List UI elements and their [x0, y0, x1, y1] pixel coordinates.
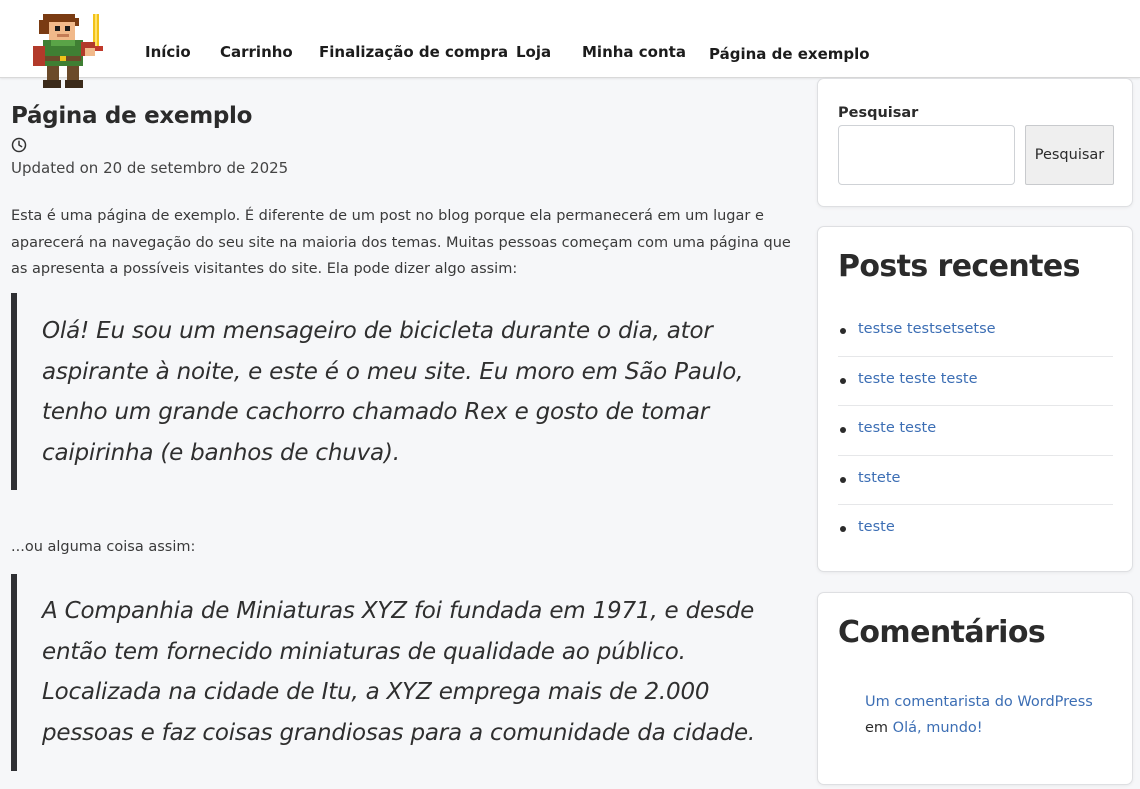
nav-item-pagina-de-exemplo[interactable]: Página de exemplo	[709, 45, 870, 63]
recent-post-link[interactable]: teste teste	[858, 420, 936, 436]
recent-posts-list: testse testsetsetse teste teste teste te…	[838, 307, 1113, 555]
search-input[interactable]	[838, 125, 1015, 185]
comment-on-text: em	[865, 720, 889, 736]
comment-author-link[interactable]: Um comentarista do WordPress	[865, 694, 1093, 710]
list-item: teste teste teste	[838, 357, 1113, 406]
between-paragraph: ...ou alguma coisa assim:	[11, 539, 196, 555]
list-item: testse testsetsetse	[838, 307, 1113, 357]
recent-post-link[interactable]: teste	[858, 519, 895, 535]
recent-post-link[interactable]: teste teste teste	[858, 371, 978, 387]
updated-date: Updated on 20 de setembro de 2025	[11, 159, 289, 177]
list-item: tstete	[838, 456, 1113, 505]
bullet-icon	[840, 328, 846, 334]
nav-item-finalizacao-de-compra[interactable]: Finalização de compra	[319, 43, 508, 61]
nav-item-minha-conta[interactable]: Minha conta	[582, 43, 686, 61]
search-button[interactable]: Pesquisar	[1025, 125, 1114, 185]
bullet-icon	[840, 427, 846, 433]
bullet-icon	[840, 476, 846, 483]
nav-item-inicio[interactable]: Início	[145, 43, 191, 61]
clock-icon	[11, 137, 27, 153]
widget-title: Comentários	[838, 615, 1046, 650]
intro-paragraph: Esta é uma página de exemplo. É diferent…	[11, 208, 791, 277]
list-item: teste	[838, 505, 1113, 555]
search-label: Pesquisar	[838, 105, 919, 121]
recent-post-link[interactable]: tstete	[858, 470, 900, 486]
pixel-knight-logo-icon[interactable]	[27, 12, 109, 94]
blockquote: A Companhia de Miniaturas XYZ foi fundad…	[11, 574, 781, 771]
page-title: Página de exemplo	[11, 103, 253, 129]
recent-posts-widget: Posts recentes testse testsetsetse teste…	[817, 226, 1133, 572]
search-widget: Pesquisar Pesquisar	[817, 78, 1133, 207]
quote-text: A Companhia de Miniaturas XYZ foi fundad…	[42, 598, 756, 746]
recent-post-link[interactable]: testse testsetsetse	[858, 321, 996, 337]
quote-text: Olá! Eu sou um mensageiro de bicicleta d…	[42, 318, 744, 466]
site-header: Início Carrinho Finalização de compra Lo…	[0, 0, 1140, 88]
comment-entry: Um comentarista do WordPress em Olá, mun…	[865, 689, 1115, 741]
comment-post-link[interactable]: Olá, mundo!	[893, 720, 983, 736]
list-item: teste teste	[838, 406, 1113, 456]
widget-title: Posts recentes	[838, 249, 1080, 284]
bullet-icon	[840, 377, 846, 384]
nav-item-carrinho[interactable]: Carrinho	[220, 43, 293, 61]
recent-comments-widget: Comentários Um comentarista do WordPress…	[817, 592, 1133, 785]
blockquote: Olá! Eu sou um mensageiro de bicicleta d…	[11, 293, 781, 490]
bullet-icon	[840, 526, 846, 532]
nav-item-loja[interactable]: Loja	[516, 43, 551, 61]
